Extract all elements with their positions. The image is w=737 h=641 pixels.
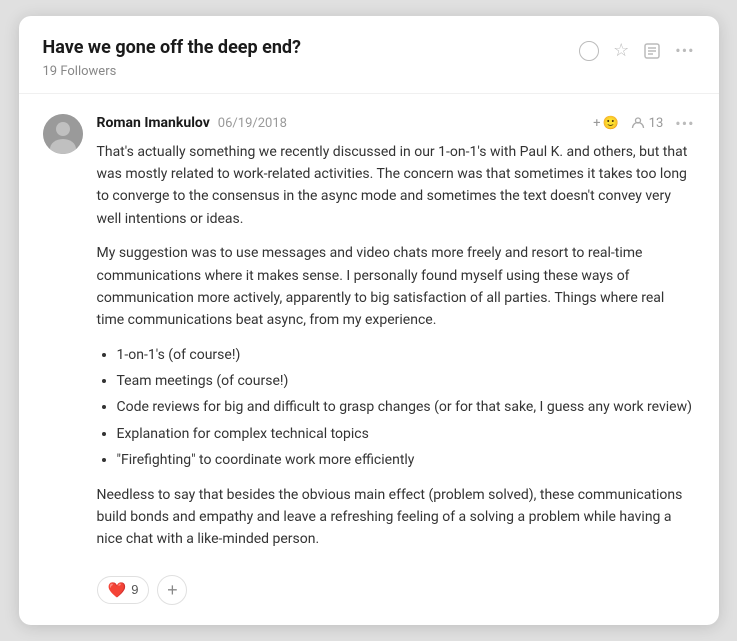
post-main: Roman Imankulov 06/19/2018 + 🙂 [97, 114, 695, 605]
post-header-left: Roman Imankulov 06/19/2018 [97, 115, 287, 131]
card-body: Roman Imankulov 06/19/2018 + 🙂 [19, 94, 719, 625]
bullet-list: 1-on-1's (of course!) Team meetings (of … [117, 344, 695, 472]
post-footer: ❤️ 9 + [97, 567, 695, 605]
paragraph-2: My suggestion was to use messages and vi… [97, 242, 695, 332]
card-title: Have we gone off the deep end? [43, 36, 302, 59]
followers-count: 19 Followers [43, 64, 302, 79]
avatar [43, 114, 83, 154]
closing-paragraph: Needless to say that besides the obvious… [97, 484, 695, 551]
list-item: Team meetings (of course!) [117, 370, 695, 392]
post-more-options-icon[interactable]: ••• [675, 114, 694, 133]
plus-icon: + [167, 581, 178, 599]
heart-count: 9 [131, 582, 138, 597]
circle-icon[interactable] [579, 41, 599, 61]
author-name: Roman Imankulov [97, 115, 210, 131]
post-date: 06/19/2018 [218, 116, 287, 131]
list-item: 1-on-1's (of course!) [117, 344, 695, 366]
card-header: Have we gone off the deep end? 19 Follow… [19, 16, 719, 93]
post-followers-count: 13 [649, 116, 664, 131]
post: Roman Imankulov 06/19/2018 + 🙂 [43, 114, 695, 605]
add-emoji-reaction-button[interactable]: + [157, 575, 187, 605]
post-followers-button[interactable]: 13 [631, 116, 664, 131]
more-options-icon[interactable]: ••• [675, 41, 694, 60]
list-item: "Firefighting" to coordinate work more e… [117, 449, 695, 471]
person-icon [631, 116, 645, 130]
add-reaction-button[interactable]: + 🙂 [593, 116, 619, 131]
list-item: Explanation for complex technical topics [117, 423, 695, 445]
plus-icon: + [593, 116, 600, 131]
heart-reaction-button[interactable]: ❤️ 9 [97, 576, 150, 604]
list-item: Code reviews for big and difficult to gr… [117, 396, 695, 418]
edit-icon[interactable] [643, 42, 661, 60]
smile-icon: 🙂 [602, 116, 618, 131]
star-icon[interactable]: ☆ [613, 40, 629, 61]
post-card: Have we gone off the deep end? 19 Follow… [19, 16, 719, 625]
card-header-left: Have we gone off the deep end? 19 Follow… [43, 36, 302, 78]
heart-emoji: ❤️ [108, 581, 127, 599]
post-header: Roman Imankulov 06/19/2018 + 🙂 [97, 114, 695, 133]
post-content: That's actually something we recently di… [97, 141, 695, 551]
post-header-right: + 🙂 13 ••• [593, 114, 694, 133]
header-actions: ☆ ••• [579, 40, 694, 61]
paragraph-1: That's actually something we recently di… [97, 141, 695, 231]
